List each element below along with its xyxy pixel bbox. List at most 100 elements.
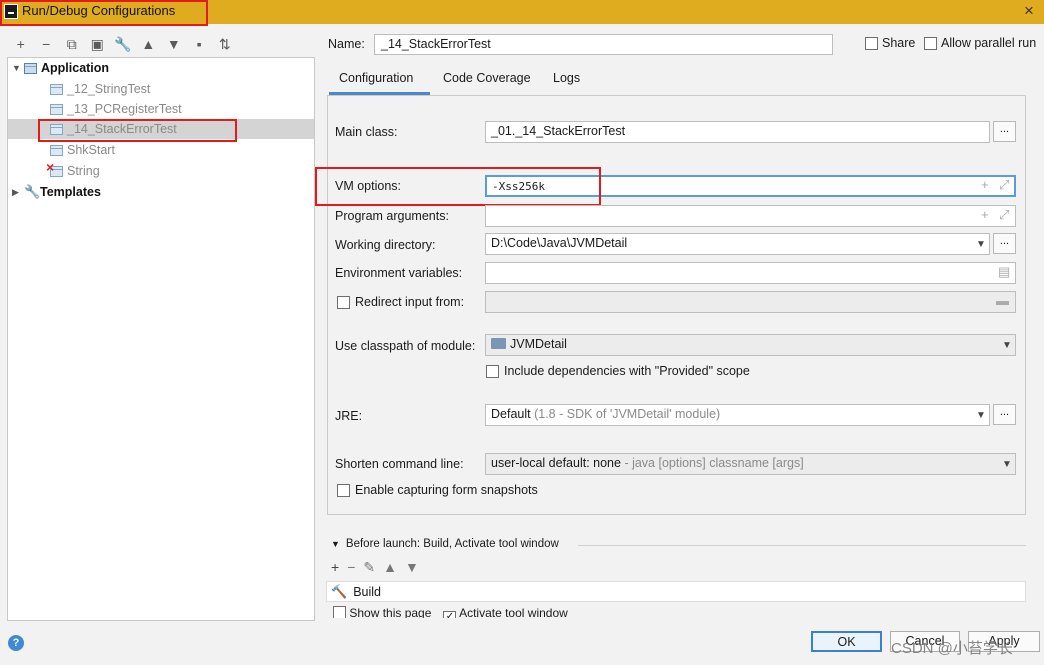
before-launch-header[interactable]: ▼ Before launch: Build, Activate tool wi…: [331, 538, 559, 550]
chevron-down-icon[interactable]: ▼: [976, 239, 986, 250]
move-down-icon[interactable]: ▼: [161, 34, 187, 54]
program-args-label: Program arguments:: [335, 209, 449, 223]
divider: [578, 545, 1026, 546]
main-class-label: Main class:: [335, 125, 398, 139]
browse-main-class-button[interactable]: ...: [993, 121, 1016, 142]
tree-item[interactable]: _12_StringTest: [50, 79, 150, 99]
tree-item-label: _13_PCRegisterTest: [67, 102, 182, 116]
class-icon: [50, 103, 63, 115]
share-checkbox-box[interactable]: [865, 36, 878, 50]
tree-item[interactable]: String: [46, 159, 100, 181]
snapshots-checkbox[interactable]: Enable capturing form snapshots: [337, 483, 538, 497]
chevron-down-icon[interactable]: ▼: [1002, 459, 1012, 470]
class-error-icon: [46, 159, 63, 177]
folder-icon: ▬: [996, 293, 1009, 308]
tab-code-coverage[interactable]: Code Coverage: [443, 71, 531, 85]
tree-item[interactable]: _13_PCRegisterTest: [50, 99, 182, 119]
main-class-input[interactable]: _01._14_StackErrorTest: [485, 121, 990, 143]
name-label: Name:: [328, 37, 365, 51]
insert-macro-icon[interactable]: +: [981, 177, 989, 192]
before-launch-task[interactable]: 🔨 Build: [326, 581, 1026, 602]
jre-combo[interactable]: Default (1.8 - SDK of 'JVMDetail' module…: [485, 404, 990, 426]
remove-icon[interactable]: −: [347, 559, 355, 576]
working-dir-combo[interactable]: D:\Code\Java\JVMDetail: [485, 233, 990, 255]
add-icon[interactable]: +: [8, 34, 34, 54]
tree-node-templates[interactable]: ▶ 🔧 Templates: [12, 182, 101, 202]
parallel-checkbox-box[interactable]: [924, 36, 937, 50]
tree-node-application[interactable]: ▼ Application: [12, 58, 109, 78]
snapshots-label: Enable capturing form snapshots: [355, 483, 538, 497]
before-launch-toolbar: + − ✎ ▲ ▼: [331, 559, 419, 576]
before-launch-options: Show this page ✓ Activate tool window: [333, 606, 568, 618]
window-title: Run/Debug Configurations: [22, 3, 176, 18]
move-up-icon[interactable]: ▲: [136, 34, 162, 54]
include-deps-checkbox[interactable]: Include dependencies with "Provided" sco…: [486, 364, 750, 378]
include-deps-label: Include dependencies with "Provided" sco…: [504, 364, 750, 378]
tree-item-selected[interactable]: _14_StackErrorTest: [50, 119, 177, 139]
program-args-input[interactable]: [485, 205, 1016, 227]
class-icon: [50, 123, 63, 135]
env-vars-input[interactable]: [485, 262, 1016, 284]
chevron-right-icon[interactable]: ▶: [12, 187, 24, 198]
browse-working-dir-button[interactable]: ...: [993, 233, 1016, 254]
activate-checkbox[interactable]: ✓ Activate tool window: [443, 606, 568, 618]
application-icon: [24, 62, 37, 74]
tree-item[interactable]: ShkStart: [50, 140, 115, 160]
expand-icon[interactable]: ⤢: [999, 207, 1009, 223]
move-up-icon[interactable]: ▲: [383, 559, 397, 576]
tree-item-label: _12_StringTest: [67, 82, 151, 96]
browse-jre-button[interactable]: ...: [993, 404, 1016, 425]
before-launch-title: Before launch: Build, Activate tool wind…: [345, 538, 559, 550]
jre-sub: (1.8 - SDK of 'JVMDetail' module): [534, 407, 721, 421]
sort-icon[interactable]: ⇅: [212, 34, 238, 54]
shorten-command-select[interactable]: user-local default: none - java [options…: [485, 453, 1016, 475]
redirect-checkbox-box[interactable]: [337, 295, 350, 309]
chevron-down-icon[interactable]: ▼: [331, 539, 340, 549]
vm-options-label: VM options:: [335, 179, 402, 193]
include-deps-checkbox-box[interactable]: [486, 364, 499, 378]
close-icon[interactable]: ×: [1024, 1, 1034, 21]
ok-button[interactable]: OK: [811, 631, 882, 652]
redirect-input-field: [485, 291, 1016, 313]
redirect-input-checkbox[interactable]: Redirect input from:: [337, 295, 464, 309]
wrench-icon[interactable]: 🔧: [110, 34, 136, 54]
remove-icon[interactable]: −: [34, 34, 60, 54]
activate-checkbox-box[interactable]: ✓: [443, 611, 457, 618]
vm-options-input[interactable]: -Xss256k: [485, 175, 1016, 197]
chevron-down-icon[interactable]: ▼: [1002, 340, 1012, 351]
intellij-app-icon: [4, 4, 18, 19]
jre-label: JRE:: [335, 409, 363, 423]
classpath-module-select[interactable]: JVMDetail: [485, 334, 1016, 356]
tab-logs[interactable]: Logs: [553, 71, 580, 85]
help-icon[interactable]: ?: [8, 635, 24, 651]
chevron-down-icon[interactable]: ▼: [12, 63, 24, 73]
tab-configuration[interactable]: Configuration: [339, 71, 413, 85]
hammer-icon: 🔨: [331, 583, 348, 599]
save-icon[interactable]: ▣: [85, 34, 111, 54]
allow-parallel-checkbox[interactable]: Allow parallel run: [924, 36, 1036, 50]
tree-item-label: ShkStart: [67, 143, 115, 157]
config-toolbar: + − ⧉ ▣ 🔧 ▲ ▼ ▪ ⇅: [8, 33, 238, 55]
new-folder-icon[interactable]: ▪: [187, 34, 213, 54]
insert-macro-icon[interactable]: +: [981, 207, 989, 222]
redirect-label: Redirect input from:: [355, 295, 465, 309]
tree-item-label: String: [67, 164, 100, 178]
share-label: Share: [882, 36, 916, 50]
share-checkbox[interactable]: Share: [865, 36, 915, 50]
move-down-icon[interactable]: ▼: [405, 559, 419, 576]
edit-env-icon[interactable]: ▤: [998, 264, 1010, 280]
shorten-sub: - java [options] classname [args]: [624, 456, 804, 470]
edit-icon[interactable]: ✎: [363, 559, 375, 576]
name-input[interactable]: _14_StackErrorTest: [374, 34, 833, 55]
tree-node-label: Templates: [40, 185, 101, 199]
shorten-label: Shorten command line:: [335, 457, 464, 471]
expand-icon[interactable]: ⤢: [999, 177, 1009, 193]
snapshots-checkbox-box[interactable]: [337, 483, 350, 497]
chevron-down-icon[interactable]: ▼: [976, 410, 986, 421]
add-icon[interactable]: +: [331, 559, 339, 576]
show-page-checkbox-box[interactable]: [333, 606, 346, 618]
show-page-checkbox[interactable]: Show this page: [333, 606, 431, 618]
classpath-label: Use classpath of module:: [335, 339, 476, 353]
tree-item-label: _14_StackErrorTest: [67, 122, 177, 136]
copy-icon[interactable]: ⧉: [59, 34, 85, 54]
